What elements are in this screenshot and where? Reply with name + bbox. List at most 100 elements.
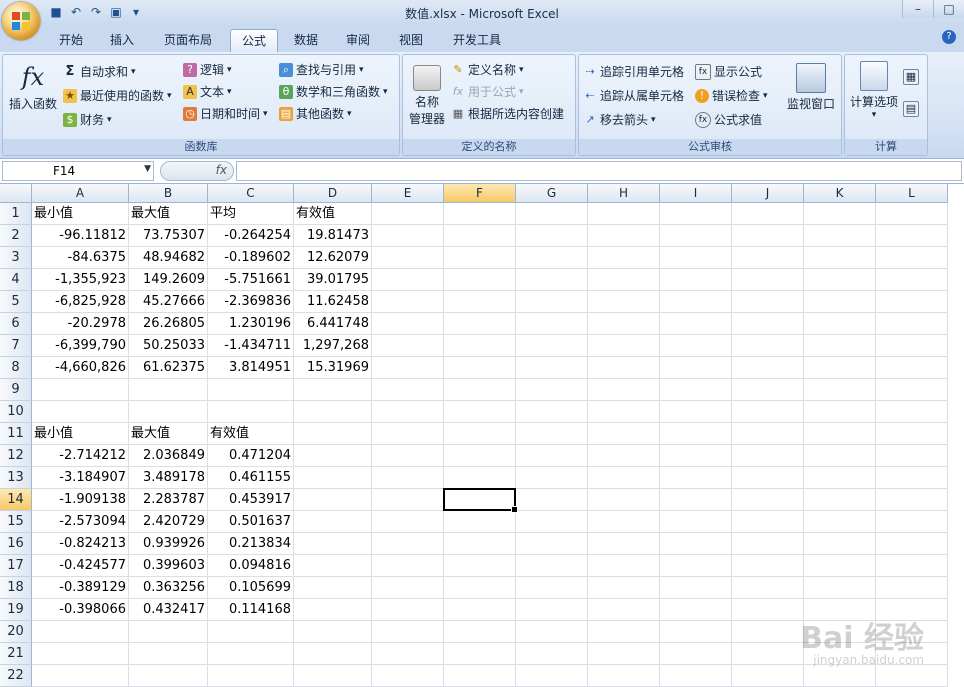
watch-window-button[interactable]: 监视窗口 <box>783 61 839 112</box>
cell-F8[interactable] <box>444 357 516 379</box>
cell-H8[interactable] <box>588 357 660 379</box>
cell-I5[interactable] <box>660 291 732 313</box>
column-header-G[interactable]: G <box>516 184 588 203</box>
row-header-7[interactable]: 7 <box>0 335 32 357</box>
cell-I20[interactable] <box>660 621 732 643</box>
cell-H21[interactable] <box>588 643 660 665</box>
cell-J2[interactable] <box>732 225 804 247</box>
insert-function-fx-button[interactable]: fx <box>160 161 234 181</box>
cell-B6[interactable]: 26.26805 <box>129 313 208 335</box>
remove-arrows-button[interactable]: ↗ 移去箭头 ▾ <box>583 111 655 128</box>
cell-F19[interactable] <box>444 599 516 621</box>
row-header-1[interactable]: 1 <box>0 203 32 225</box>
cell-B9[interactable] <box>129 379 208 401</box>
cell-E16[interactable] <box>372 533 444 555</box>
cell-D21[interactable] <box>294 643 372 665</box>
cell-D15[interactable] <box>294 511 372 533</box>
row-header-8[interactable]: 8 <box>0 357 32 379</box>
cell-L8[interactable] <box>876 357 948 379</box>
cell-C16[interactable]: 0.213834 <box>208 533 294 555</box>
cell-K1[interactable] <box>804 203 876 225</box>
cell-J3[interactable] <box>732 247 804 269</box>
column-header-K[interactable]: K <box>804 184 876 203</box>
cell-B3[interactable]: 48.94682 <box>129 247 208 269</box>
cell-I14[interactable] <box>660 489 732 511</box>
row-header-4[interactable]: 4 <box>0 269 32 291</box>
column-header-C[interactable]: C <box>208 184 294 203</box>
cell-F11[interactable] <box>444 423 516 445</box>
cell-D14[interactable] <box>294 489 372 511</box>
cell-J13[interactable] <box>732 467 804 489</box>
cell-G11[interactable] <box>516 423 588 445</box>
cell-E8[interactable] <box>372 357 444 379</box>
cell-A2[interactable]: -96.11812 <box>32 225 129 247</box>
cell-E2[interactable] <box>372 225 444 247</box>
cell-K6[interactable] <box>804 313 876 335</box>
cell-K9[interactable] <box>804 379 876 401</box>
trace-precedents-button[interactable]: ⇢ 追踪引用单元格 <box>583 63 684 80</box>
row-header-10[interactable]: 10 <box>0 401 32 423</box>
cell-L11[interactable] <box>876 423 948 445</box>
cell-E3[interactable] <box>372 247 444 269</box>
cell-C4[interactable]: -5.751661 <box>208 269 294 291</box>
row-header-9[interactable]: 9 <box>0 379 32 401</box>
cell-A9[interactable] <box>32 379 129 401</box>
cell-I22[interactable] <box>660 665 732 687</box>
cell-A20[interactable] <box>32 621 129 643</box>
cell-H2[interactable] <box>588 225 660 247</box>
cell-C12[interactable]: 0.471204 <box>208 445 294 467</box>
cell-D2[interactable]: 19.81473 <box>294 225 372 247</box>
cell-H16[interactable] <box>588 533 660 555</box>
cell-C6[interactable]: 1.230196 <box>208 313 294 335</box>
cell-F6[interactable] <box>444 313 516 335</box>
tab-view[interactable]: 视图 <box>388 29 434 51</box>
cell-L6[interactable] <box>876 313 948 335</box>
cell-G6[interactable] <box>516 313 588 335</box>
cell-I9[interactable] <box>660 379 732 401</box>
cell-I1[interactable] <box>660 203 732 225</box>
cell-I19[interactable] <box>660 599 732 621</box>
calculate-sheet-button[interactable]: ▤ <box>903 101 919 117</box>
cell-D17[interactable] <box>294 555 372 577</box>
cell-E21[interactable] <box>372 643 444 665</box>
cell-H13[interactable] <box>588 467 660 489</box>
column-header-F[interactable]: F <box>444 184 516 203</box>
cell-L1[interactable] <box>876 203 948 225</box>
cell-F16[interactable] <box>444 533 516 555</box>
datetime-button[interactable]: ◷ 日期和时间 ▾ <box>183 105 268 122</box>
calculate-now-button[interactable]: ▦ <box>903 69 919 85</box>
cell-A1[interactable]: 最小值 <box>32 203 129 225</box>
cell-L3[interactable] <box>876 247 948 269</box>
cell-E5[interactable] <box>372 291 444 313</box>
cell-J4[interactable] <box>732 269 804 291</box>
cell-L22[interactable] <box>876 665 948 687</box>
cell-A22[interactable] <box>32 665 129 687</box>
row-header-3[interactable]: 3 <box>0 247 32 269</box>
cell-C8[interactable]: 3.814951 <box>208 357 294 379</box>
cell-J12[interactable] <box>732 445 804 467</box>
cell-F3[interactable] <box>444 247 516 269</box>
column-header-B[interactable]: B <box>129 184 208 203</box>
cell-C18[interactable]: 0.105699 <box>208 577 294 599</box>
row-header-11[interactable]: 11 <box>0 423 32 445</box>
trace-dependents-button[interactable]: ⇠ 追踪从属单元格 <box>583 87 684 104</box>
tab-formulas[interactable]: 公式 <box>230 29 278 52</box>
cell-H12[interactable] <box>588 445 660 467</box>
cell-F10[interactable] <box>444 401 516 423</box>
cell-H18[interactable] <box>588 577 660 599</box>
cell-B13[interactable]: 3.489178 <box>129 467 208 489</box>
cell-L16[interactable] <box>876 533 948 555</box>
cell-E9[interactable] <box>372 379 444 401</box>
cell-I4[interactable] <box>660 269 732 291</box>
cell-E4[interactable] <box>372 269 444 291</box>
row-header-14[interactable]: 14 <box>0 489 32 511</box>
cell-H20[interactable] <box>588 621 660 643</box>
row-header-6[interactable]: 6 <box>0 313 32 335</box>
cell-D8[interactable]: 15.31969 <box>294 357 372 379</box>
cell-E13[interactable] <box>372 467 444 489</box>
recent-functions-button[interactable]: ★ 最近使用的函数 ▾ <box>63 87 172 104</box>
cell-I18[interactable] <box>660 577 732 599</box>
cell-B22[interactable] <box>129 665 208 687</box>
cell-J9[interactable] <box>732 379 804 401</box>
cell-A15[interactable]: -2.573094 <box>32 511 129 533</box>
